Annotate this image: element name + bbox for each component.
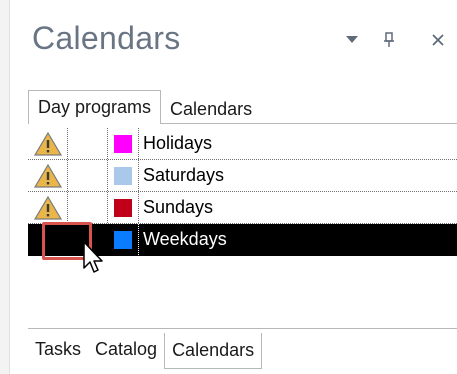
color-swatch [114, 166, 132, 185]
warning-cell [28, 128, 68, 159]
checkbox-cell[interactable] [68, 128, 108, 159]
bottom-tab-strip: Tasks Catalog Calendars [28, 333, 263, 369]
day-programs-grid: Holidays Saturdays Sundays Weekdays [28, 128, 457, 256]
row-label: Saturdays [138, 160, 457, 191]
calendars-panel: Calendars Day programs Calendars Holiday… [10, 0, 457, 374]
tab-catalog[interactable]: Catalog [88, 333, 164, 365]
panel-menu-button[interactable] [342, 30, 362, 50]
triangle-down-icon [346, 36, 358, 43]
tab-calendars[interactable]: Calendars [161, 94, 261, 124]
mouse-pointer-icon [83, 241, 103, 273]
color-cell [108, 224, 138, 255]
color-cell [108, 128, 138, 159]
color-cell [108, 192, 138, 223]
tab-tasks[interactable]: Tasks [28, 333, 88, 365]
row-label: Weekdays [138, 224, 457, 255]
left-edge [0, 0, 10, 374]
warning-icon [33, 163, 62, 188]
panel-pin-button[interactable] [379, 30, 399, 50]
close-icon [432, 34, 444, 46]
table-row-holidays[interactable]: Holidays [28, 128, 457, 160]
warning-cell [28, 160, 68, 191]
checkbox-cell[interactable] [68, 192, 108, 223]
tab-day-programs[interactable]: Day programs [28, 90, 162, 124]
warning-icon [33, 131, 62, 156]
pin-icon [384, 32, 394, 47]
row-label: Sundays [138, 192, 457, 223]
table-row-saturdays[interactable]: Saturdays [28, 160, 457, 192]
tab-bottom-calendars[interactable]: Calendars [164, 333, 263, 369]
top-tab-strip: Day programs Calendars [28, 90, 261, 124]
panel-title: Calendars [32, 20, 181, 56]
color-swatch [114, 198, 132, 217]
table-row-sundays[interactable]: Sundays [28, 192, 457, 224]
bottom-tab-divider [28, 328, 457, 329]
color-swatch [114, 134, 132, 153]
warning-cell [28, 192, 68, 223]
row-label: Holidays [138, 128, 457, 159]
color-cell [108, 160, 138, 191]
warning-icon [33, 195, 62, 220]
color-swatch [114, 230, 132, 249]
panel-header: Calendars [10, 0, 457, 86]
panel-close-button[interactable] [428, 30, 448, 50]
checkbox-cell[interactable] [68, 160, 108, 191]
